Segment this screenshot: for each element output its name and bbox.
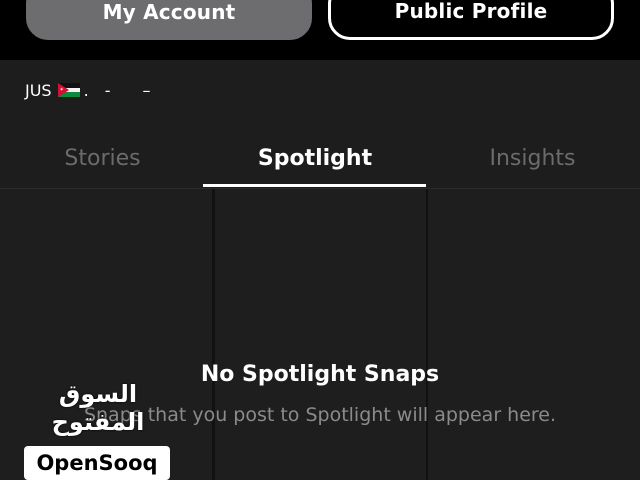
jordan-flag-icon: ✶: [57, 83, 80, 97]
profile-tabs: Stories Spotlight Insights: [0, 132, 640, 188]
profile-dot: .: [83, 80, 89, 100]
profile-separator-2: –: [142, 80, 151, 100]
opensooq-watermark: السوق المفتوح OpenSooq: [24, 380, 172, 480]
grid-column: [428, 189, 640, 480]
tab-spotlight[interactable]: Spotlight: [205, 132, 425, 184]
tab-insights[interactable]: Insights: [425, 132, 640, 184]
opensooq-logo: OpenSooq: [24, 446, 170, 480]
grid-column: [215, 189, 426, 480]
watermark-arabic-text: السوق المفتوح: [51, 380, 145, 436]
active-tab-indicator: [203, 184, 426, 187]
top-bar: My Account Public Profile: [0, 0, 640, 60]
tab-stories[interactable]: Stories: [0, 132, 205, 184]
my-account-button[interactable]: My Account: [26, 0, 312, 40]
profile-separator-1: -: [104, 80, 111, 100]
profile-meta-row: JUS ✶ . - –: [25, 79, 150, 101]
profile-prefix: JUS: [25, 80, 52, 100]
public-profile-button[interactable]: Public Profile: [328, 0, 614, 40]
